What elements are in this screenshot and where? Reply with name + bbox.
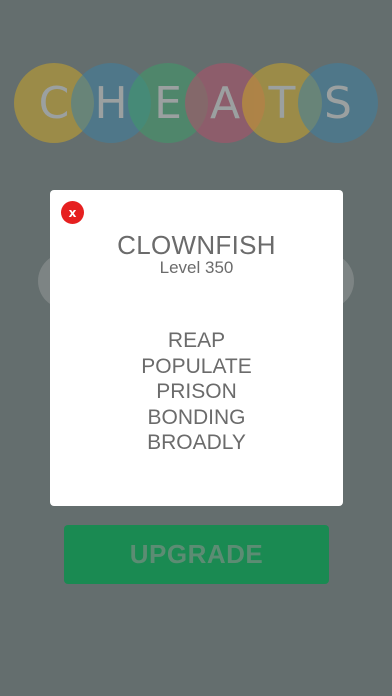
logo-letter-text: S bbox=[324, 77, 352, 129]
answer-item: PRISON bbox=[156, 380, 237, 403]
logo-letter-text: A bbox=[209, 77, 241, 129]
close-button[interactable]: x bbox=[61, 201, 84, 224]
answer-item: POPULATE bbox=[141, 354, 252, 378]
cheats-logo: C H E A T S bbox=[14, 63, 378, 147]
answer-list: REAP POPULATE PRISON BONDING BROADLY bbox=[50, 328, 343, 456]
answer-item: REAP bbox=[167, 329, 226, 352]
upgrade-button[interactable]: UPGRADE bbox=[64, 525, 329, 584]
logo-letter-text: C bbox=[38, 77, 70, 129]
upgrade-button-label: UPGRADE bbox=[129, 539, 264, 569]
answer-item: BROADLY bbox=[147, 431, 246, 454]
answer-item: BONDING bbox=[147, 405, 246, 429]
logo-letter-text: H bbox=[94, 77, 128, 129]
cheat-answer-modal: x CLOWNFISH Level 350 REAP POPULATE PRIS… bbox=[50, 190, 343, 506]
logo-letter-text: T bbox=[268, 77, 296, 129]
close-icon: x bbox=[68, 205, 77, 220]
puzzle-level: Level 350 bbox=[159, 258, 234, 277]
app-screen: C H E A T S UPGRADE x CLOWNFISH Level 35… bbox=[0, 0, 392, 696]
logo-letter-s: S bbox=[298, 63, 378, 143]
puzzle-title: CLOWNFISH bbox=[117, 230, 276, 260]
logo-letter-text: E bbox=[154, 77, 182, 129]
